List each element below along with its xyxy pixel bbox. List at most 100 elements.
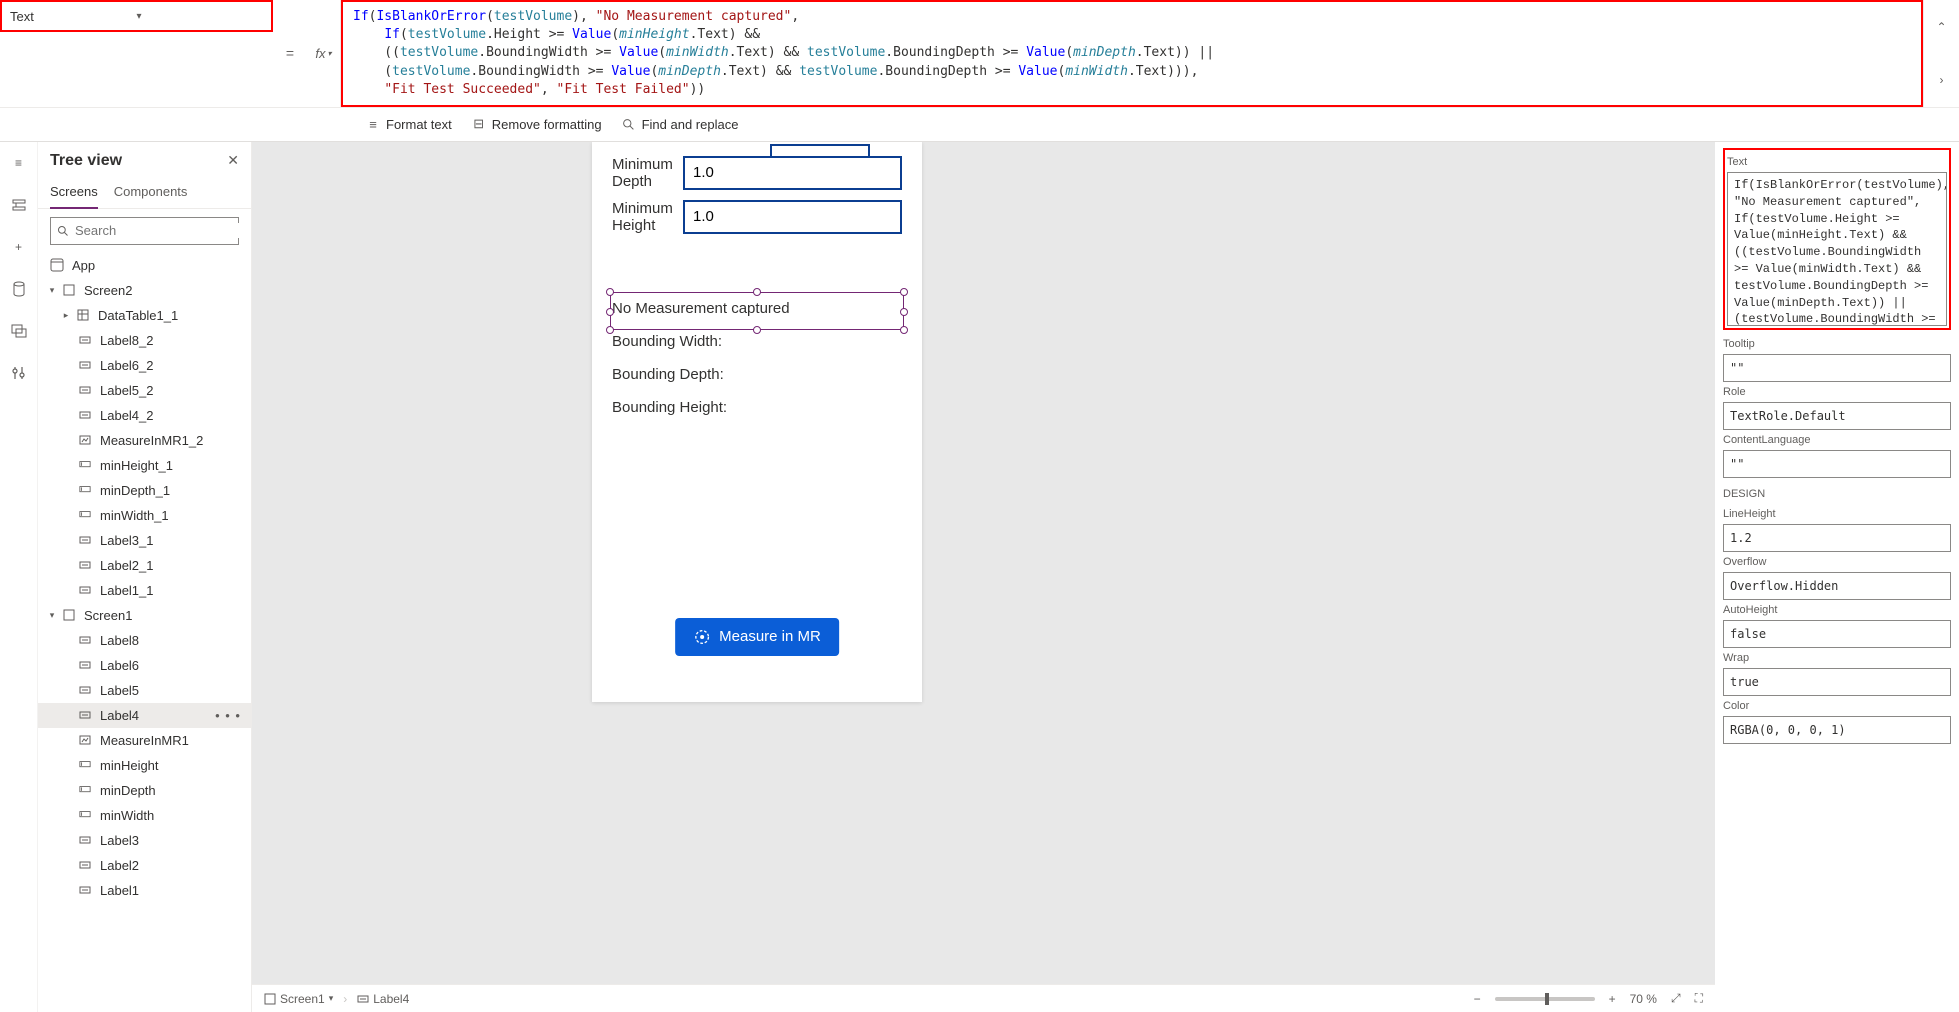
tree-item-label5_2[interactable]: Label5_2 xyxy=(38,378,251,403)
tree-item-label: Label3 xyxy=(100,833,139,848)
format-icon: ≡ xyxy=(366,117,380,131)
expand-right-button[interactable]: › xyxy=(1924,53,1959,106)
tree-item-label: minWidth_1 xyxy=(100,508,169,523)
prop-lang-value[interactable]: "" xyxy=(1723,450,1951,478)
tree-item-label2[interactable]: Label2 xyxy=(38,853,251,878)
tree-item-screen2[interactable]: ▾ Screen2 xyxy=(38,278,251,303)
table-icon xyxy=(76,308,90,322)
tree-item-label: Screen1 xyxy=(84,608,132,623)
design-header: DESIGN xyxy=(1723,488,1951,500)
tree-item-datatable1_1[interactable]: ▸DataTable1_1 xyxy=(38,303,251,328)
remove-formatting-button[interactable]: ⊟ Remove formatting xyxy=(472,117,602,132)
zoom-slider[interactable] xyxy=(1495,997,1595,1001)
min-depth-input[interactable] xyxy=(683,156,902,190)
tree-item-mindepth_1[interactable]: minDepth_1 xyxy=(38,478,251,503)
breadcrumb-control[interactable]: Label4 xyxy=(357,992,409,1006)
label-icon xyxy=(78,583,92,597)
tree-item-label1[interactable]: Label1 xyxy=(38,878,251,903)
tree-item-label8[interactable]: Label8 xyxy=(38,628,251,653)
tree-item-label4[interactable]: Label4 • • • xyxy=(38,703,251,728)
tree-item-label5[interactable]: Label5 xyxy=(38,678,251,703)
breadcrumb-screen[interactable]: Screen1 ▾ xyxy=(264,992,333,1006)
input-icon xyxy=(78,808,92,822)
chevron-down-icon[interactable]: ▾ xyxy=(46,285,58,296)
input-icon xyxy=(78,483,92,497)
tab-screens[interactable]: Screens xyxy=(50,178,98,209)
canvas-area: Minimum Depth Minimum Height xyxy=(252,142,1715,1012)
tree-item-label3[interactable]: Label3 xyxy=(38,828,251,853)
tree-item-label2_1[interactable]: Label2_1 xyxy=(38,553,251,578)
zoom-out-button[interactable]: − xyxy=(1474,992,1481,1006)
label-icon xyxy=(78,858,92,872)
find-replace-button[interactable]: Find and replace xyxy=(622,117,739,132)
tree-item-label: Screen2 xyxy=(84,283,132,298)
add-icon[interactable]: + xyxy=(10,238,28,256)
fit-icon[interactable]: ⤢ xyxy=(1671,991,1681,1006)
tree-item-label4_2[interactable]: Label4_2 xyxy=(38,403,251,428)
tree-item-minheight[interactable]: minHeight xyxy=(38,753,251,778)
prop-wrap-value[interactable]: true xyxy=(1723,668,1951,696)
tree-item-label: Label2 xyxy=(100,858,139,873)
min-height-input[interactable] xyxy=(683,200,902,234)
search-icon xyxy=(57,225,69,237)
screen-preview[interactable]: Minimum Depth Minimum Height xyxy=(592,142,922,702)
search-input[interactable] xyxy=(75,223,251,238)
data-icon[interactable] xyxy=(10,280,28,298)
prop-lineheight-value[interactable]: 1.2 xyxy=(1723,524,1951,552)
hamburger-icon[interactable]: ≡ xyxy=(10,154,28,172)
tree-item-mindepth[interactable]: minDepth xyxy=(38,778,251,803)
expand-up-button[interactable]: ⌃ xyxy=(1924,0,1959,53)
formula-editor[interactable]: If(IsBlankOrError(testVolume), "No Measu… xyxy=(341,0,1923,107)
close-icon[interactable]: ✕ xyxy=(227,152,239,169)
prop-role-value[interactable]: TextRole.Default xyxy=(1723,402,1951,430)
tree-item-screen1[interactable]: ▾ Screen1 xyxy=(38,603,251,628)
tree-item-minwidth_1[interactable]: minWidth_1 xyxy=(38,503,251,528)
more-icon[interactable]: • • • xyxy=(215,708,241,723)
prop-autoheight-value[interactable]: false xyxy=(1723,620,1951,648)
tree-item-measureinmr1_2[interactable]: MeasureInMR1_2 xyxy=(38,428,251,453)
tools-icon[interactable] xyxy=(10,364,28,382)
chevron-right-icon[interactable]: ▸ xyxy=(60,310,72,321)
tree-item-label6_2[interactable]: Label6_2 xyxy=(38,353,251,378)
prop-lineheight-label: LineHeight xyxy=(1723,508,1951,520)
prop-tooltip-value[interactable]: "" xyxy=(1723,354,1951,382)
tree-view-icon[interactable] xyxy=(10,196,28,214)
media-icon[interactable] xyxy=(10,322,28,340)
mr-icon xyxy=(78,433,92,447)
tree-item-label1_1[interactable]: Label1_1 xyxy=(38,578,251,603)
screen-icon xyxy=(62,608,76,622)
prop-overflow-value[interactable]: Overflow.Hidden xyxy=(1723,572,1951,600)
zoom-in-button[interactable]: + xyxy=(1609,992,1616,1006)
tree-item-minheight_1[interactable]: minHeight_1 xyxy=(38,453,251,478)
tree-item-label8_2[interactable]: Label8_2 xyxy=(38,328,251,353)
tree-item-label: Label5 xyxy=(100,683,139,698)
tab-components[interactable]: Components xyxy=(114,178,188,208)
chevron-down-icon[interactable]: ▾ xyxy=(46,610,58,621)
measure-in-mr-button[interactable]: Measure in MR xyxy=(675,618,839,656)
prop-text-value[interactable]: If(IsBlankOrError(testVolume), "No Measu… xyxy=(1727,172,1947,326)
tree-item-label: Label8_2 xyxy=(100,333,154,348)
property-selector[interactable]: Text ▾ xyxy=(0,0,273,32)
tree-item-label: Label4 xyxy=(100,708,139,723)
tree-item-label6[interactable]: Label6 xyxy=(38,653,251,678)
label-icon xyxy=(78,533,92,547)
label-icon xyxy=(357,993,369,1005)
tree-search[interactable] xyxy=(50,217,239,245)
prop-color-value[interactable]: RGBA(0, 0, 0, 1) xyxy=(1723,716,1951,744)
format-text-button[interactable]: ≡ Format text xyxy=(366,117,452,132)
fx-button[interactable]: fx▾ xyxy=(307,0,341,107)
min-height-label: Minimum Height xyxy=(612,200,683,234)
tree-item-label3_1[interactable]: Label3_1 xyxy=(38,528,251,553)
tree-item-label: Label6 xyxy=(100,658,139,673)
prop-color-label: Color xyxy=(1723,700,1951,712)
prop-lang-label: ContentLanguage xyxy=(1723,434,1951,446)
tree-item-label: Label5_2 xyxy=(100,383,154,398)
tree-item-app[interactable]: App xyxy=(38,253,251,278)
tree-item-minwidth[interactable]: minWidth xyxy=(38,803,251,828)
bounding-depth-label: Bounding Depth: xyxy=(592,362,922,387)
tree-item-measureinmr1[interactable]: MeasureInMR1 xyxy=(38,728,251,753)
label-icon xyxy=(78,658,92,672)
fullscreen-icon[interactable]: ⛶ xyxy=(1695,991,1703,1006)
tree-item-label: Label1 xyxy=(100,883,139,898)
tree-item-label: minHeight_1 xyxy=(100,458,173,473)
